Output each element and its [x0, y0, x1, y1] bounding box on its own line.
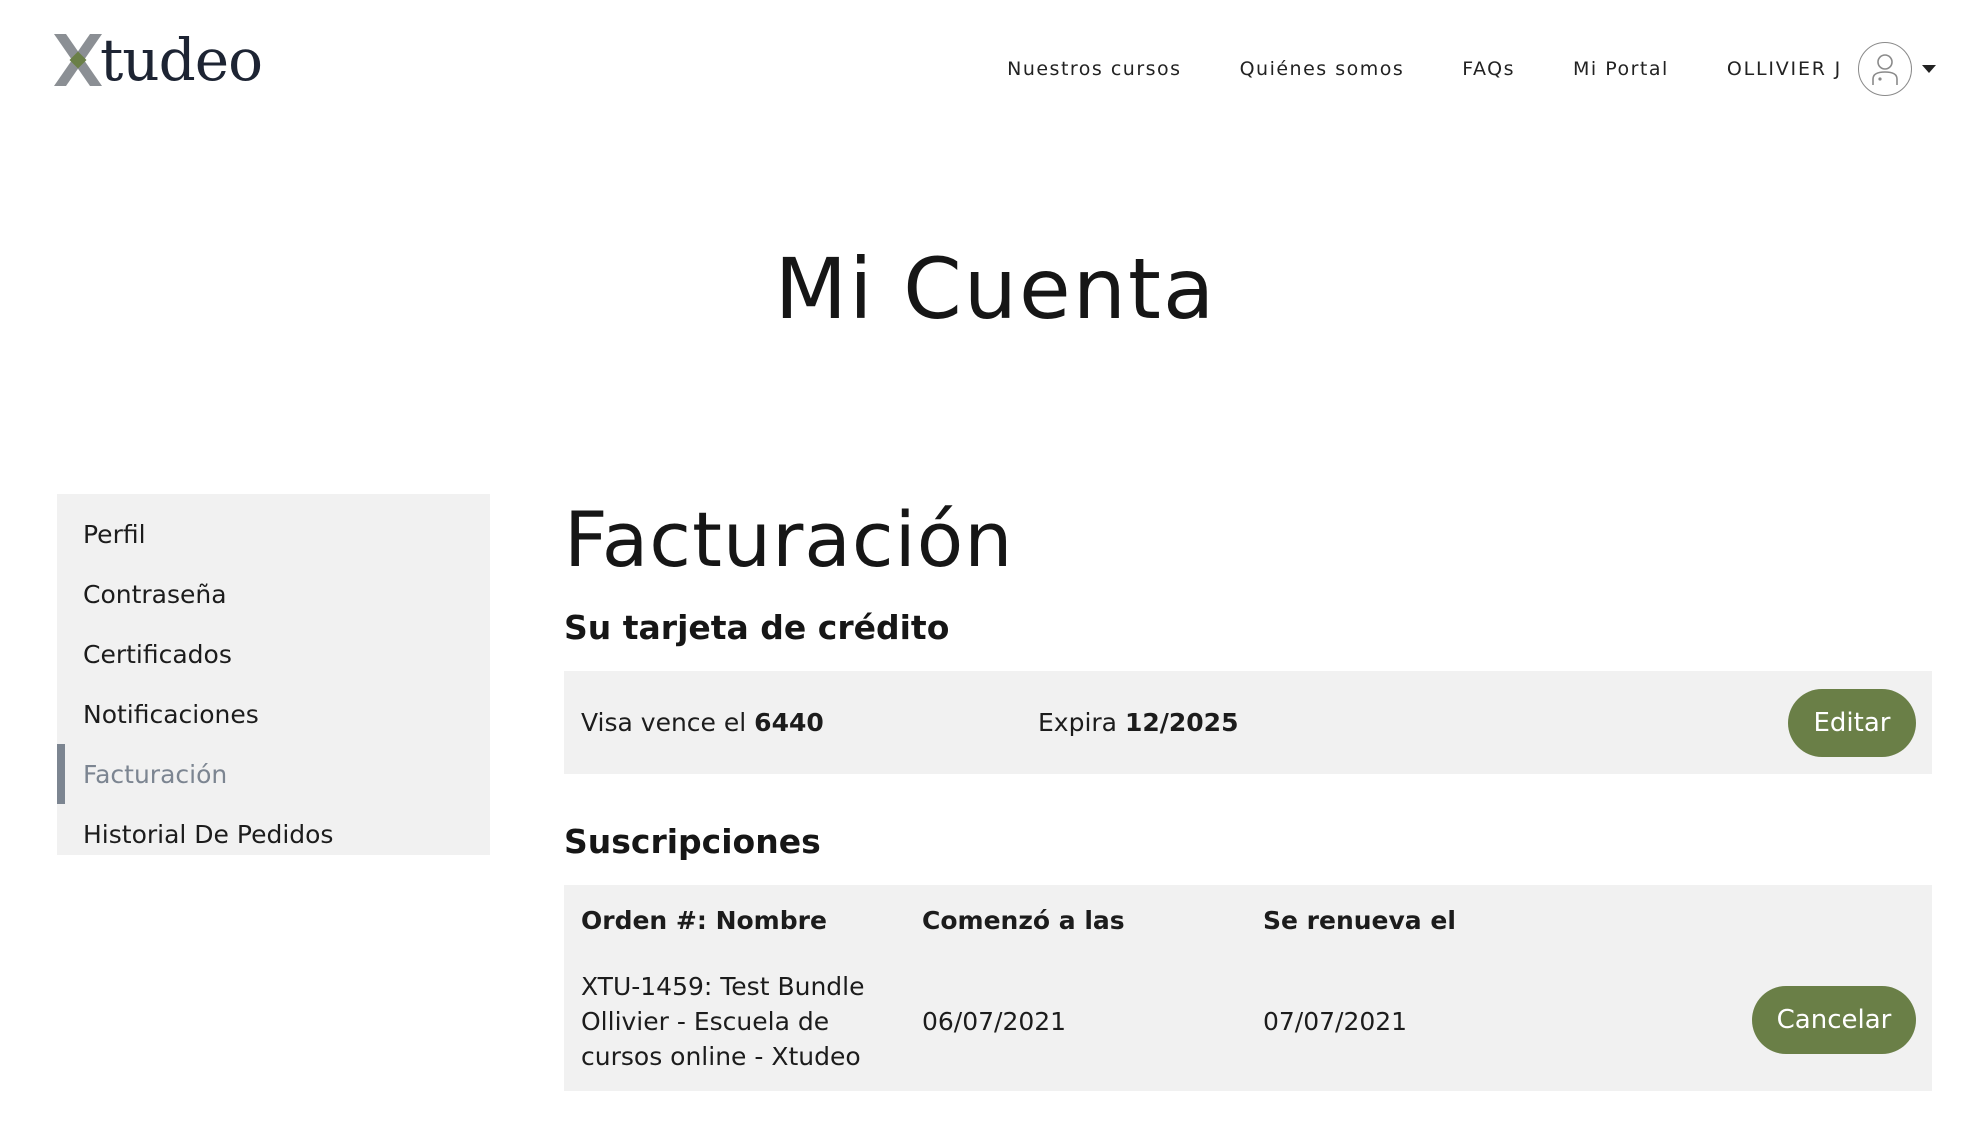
user-name: OLLIVIER J: [1726, 58, 1842, 80]
edit-button[interactable]: Editar: [1788, 689, 1916, 757]
page-title: Mi Cuenta: [774, 240, 1217, 338]
credit-card-heading: Su tarjeta de crédito: [564, 608, 950, 647]
column-header-renews: Se renueva el: [1263, 906, 1456, 935]
order-name: XTU-1459: Test Bundle Ollivier - Escuela…: [581, 969, 864, 1074]
billing-content: Facturación Su tarjeta de crédito Visa v…: [564, 490, 1932, 1091]
cancel-button[interactable]: Cancelar: [1752, 986, 1916, 1054]
account-sidebar: Perfil Contraseña Certificados Notificac…: [57, 494, 490, 855]
nav-faqs[interactable]: FAQs: [1462, 58, 1515, 80]
logo-x-icon: [54, 34, 102, 86]
credit-card-panel: Visa vence el 6440 Expira 12/2025 Editar: [564, 671, 1932, 774]
sidebar-item-label: Notificaciones: [83, 699, 259, 729]
subscriptions-table: Orden #: Nombre Comenzó a las Se renueva…: [564, 885, 1932, 1091]
nav-quienes-somos[interactable]: Quiénes somos: [1240, 58, 1405, 80]
sidebar-item-perfil[interactable]: Perfil: [57, 504, 490, 564]
subscriptions-heading: Suscripciones: [564, 822, 821, 861]
sidebar-item-contrasena[interactable]: Contraseña: [57, 564, 490, 624]
renew-date: 07/07/2021: [1263, 1007, 1408, 1036]
expiry-label: Expira: [1038, 708, 1118, 737]
card-last4: 6440: [754, 708, 824, 737]
section-title: Facturación: [564, 495, 1014, 584]
logo[interactable]: tudeo: [54, 26, 263, 94]
sidebar-item-label: Historial De Pedidos: [83, 819, 334, 849]
sidebar-item-certificados[interactable]: Certificados: [57, 624, 490, 684]
avatar[interactable]: [1858, 42, 1912, 96]
column-header-order: Orden #: Nombre: [581, 906, 827, 935]
sidebar-item-label: Certificados: [83, 639, 232, 669]
sidebar-item-historial-de-pedidos[interactable]: Historial De Pedidos: [57, 804, 490, 864]
nav-nuestros-cursos[interactable]: Nuestros cursos: [1007, 58, 1181, 80]
sidebar-item-notificaciones[interactable]: Notificaciones: [57, 684, 490, 744]
card-label: Visa vence el: [581, 708, 747, 737]
card-info: Visa vence el 6440: [581, 708, 824, 737]
sidebar-item-facturacion[interactable]: Facturación: [57, 744, 490, 804]
column-header-started: Comenzó a las: [922, 906, 1125, 935]
sidebar-item-label: Contraseña: [83, 579, 227, 609]
sidebar-item-label: Perfil: [83, 519, 146, 549]
expiry-value: 12/2025: [1124, 708, 1239, 737]
user-icon: [1872, 54, 1898, 85]
main-nav: Nuestros cursos Quiénes somos FAQs Mi Po…: [949, 42, 1936, 96]
order-name-line: XTU-1459: Test Bundle: [581, 972, 865, 1001]
chevron-down-icon[interactable]: [1922, 65, 1936, 73]
order-name-line: Ollivier - Escuela de: [581, 1007, 830, 1036]
started-date: 06/07/2021: [922, 1007, 1067, 1036]
user-menu[interactable]: OLLIVIER J: [1727, 42, 1936, 96]
order-name-line: cursos online - Xtudeo: [581, 1042, 861, 1071]
card-expiry: Expira 12/2025: [1038, 708, 1238, 737]
nav-mi-portal[interactable]: Mi Portal: [1573, 58, 1669, 80]
sidebar-item-label: Facturación: [83, 759, 228, 789]
site-header: tudeo Nuestros cursos Quiénes somos FAQs…: [0, 0, 1966, 125]
logo-text: tudeo: [100, 26, 263, 94]
